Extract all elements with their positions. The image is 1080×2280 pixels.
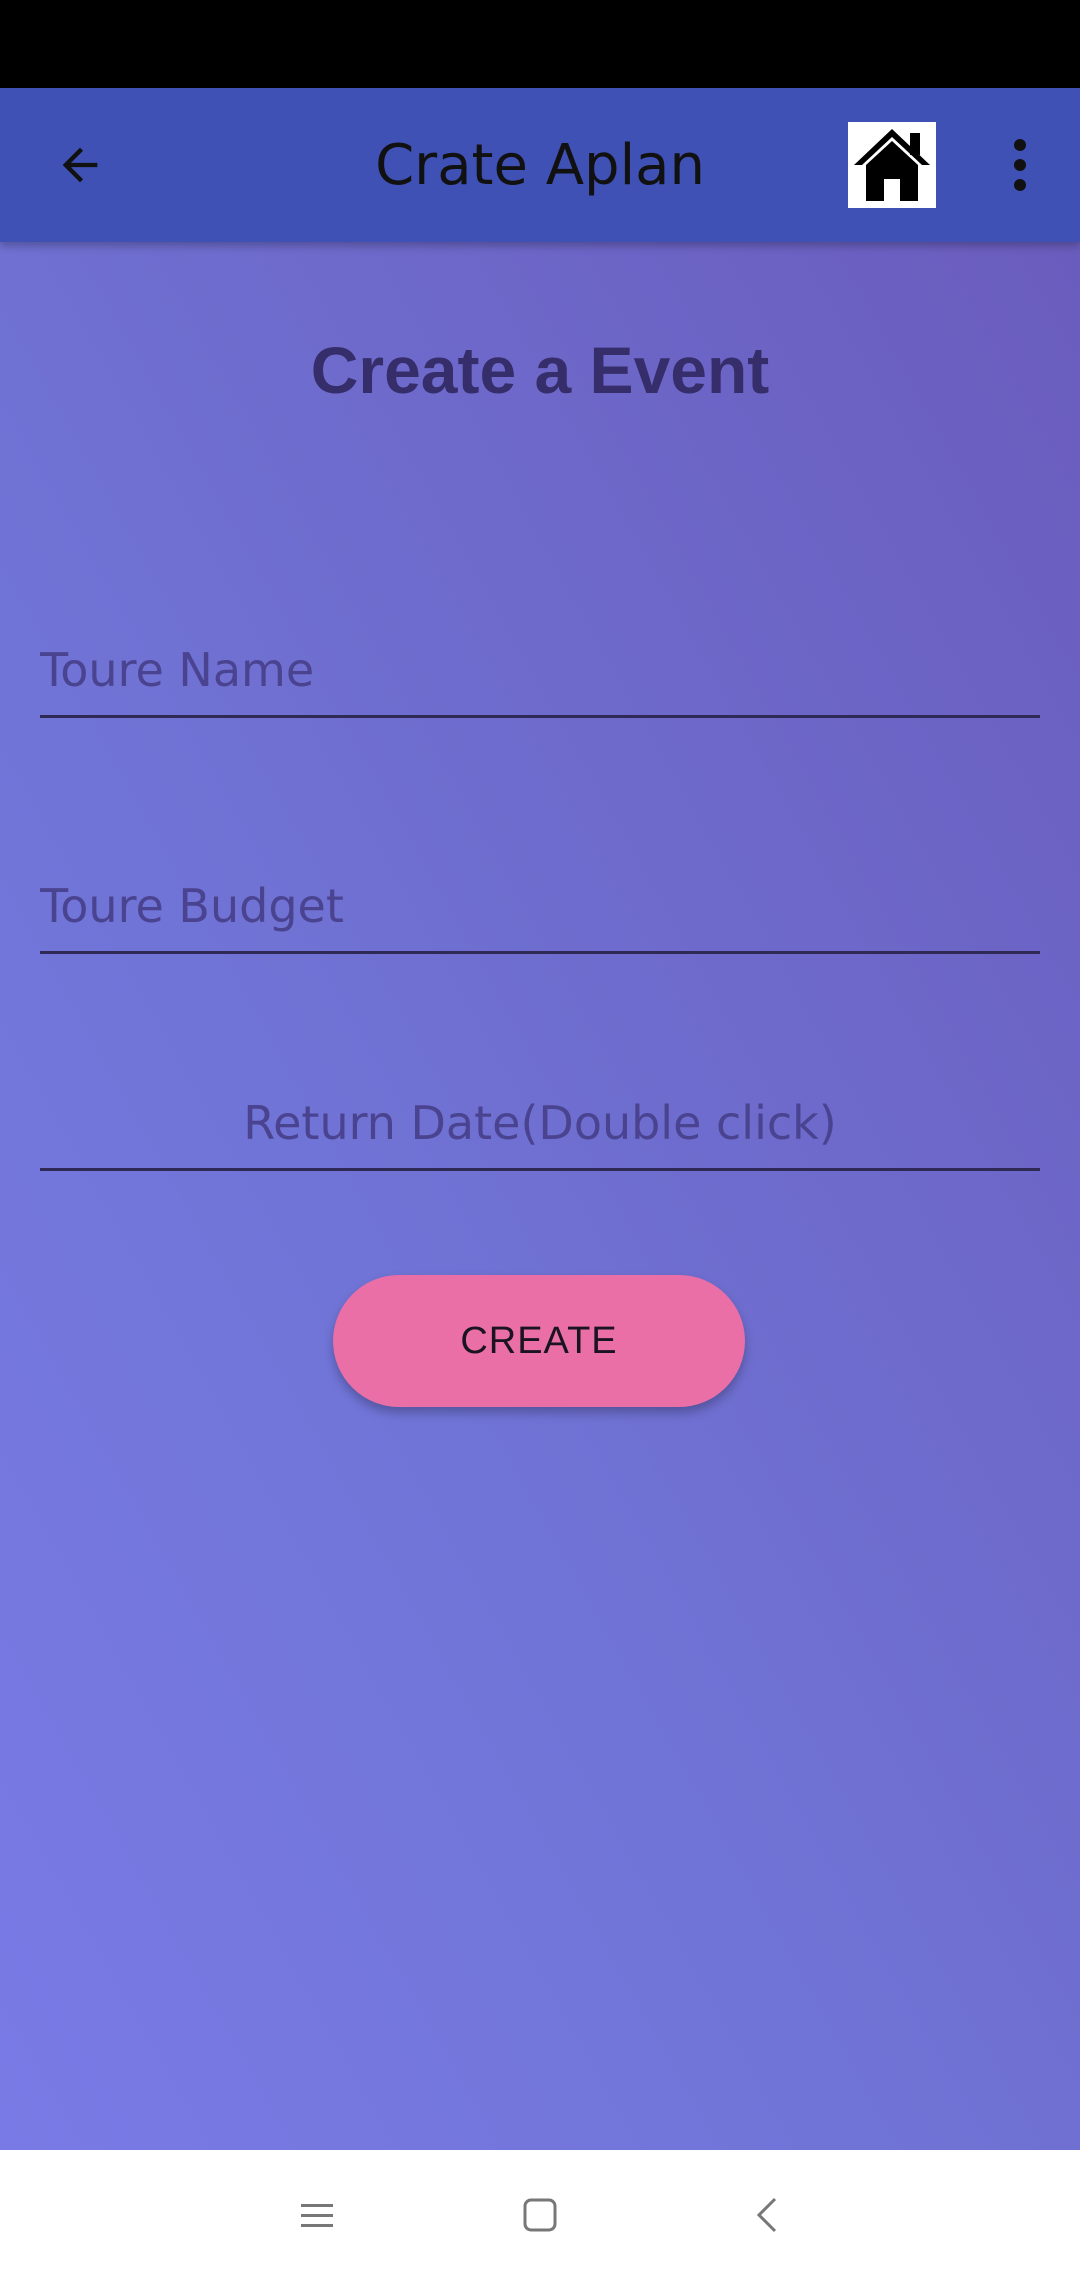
nav-back-button[interactable] (727, 2175, 807, 2255)
return-date-field (40, 1078, 1040, 1171)
app-bar: Crate Aplan (0, 88, 1080, 242)
home-button[interactable] (848, 122, 936, 208)
tour-budget-field (40, 861, 1040, 954)
tour-name-input[interactable] (40, 625, 1040, 715)
back-button[interactable] (40, 125, 120, 205)
menu-icon (301, 2204, 333, 2227)
nav-menu-button[interactable] (277, 2175, 357, 2255)
return-date-input[interactable] (40, 1078, 1040, 1168)
create-button[interactable]: CREATE (333, 1275, 745, 1407)
status-bar (0, 0, 1080, 88)
chevron-left-icon (756, 2197, 777, 2233)
square-home-icon (523, 2198, 557, 2232)
tour-budget-input[interactable] (40, 861, 1040, 951)
home-icon (854, 129, 930, 201)
page-heading: Create a Event (310, 333, 770, 407)
arrow-left-icon (62, 147, 98, 183)
more-vert-icon (1014, 139, 1026, 191)
system-nav-bar (0, 2150, 1080, 2280)
content-area: Create a Event CREATE (0, 242, 1080, 2150)
overflow-menu-button[interactable] (990, 125, 1050, 205)
nav-home-button[interactable] (500, 2175, 580, 2255)
tour-name-field (40, 625, 1040, 718)
